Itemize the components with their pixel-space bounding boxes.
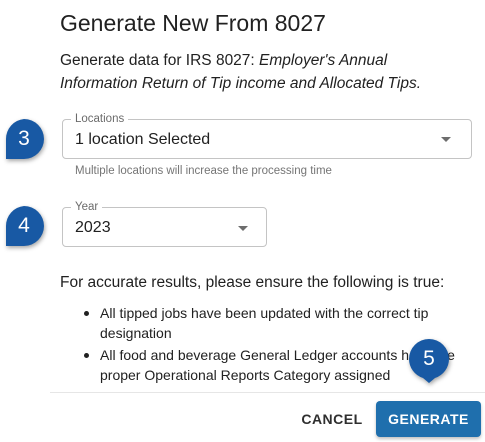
bullet-icon [84, 311, 89, 316]
locations-select[interactable]: Locations 1 location Selected [62, 112, 472, 159]
list-item-text: All food and beverage General Ledger acc… [100, 347, 455, 383]
step-marker-3: 3 [2, 117, 50, 165]
dropdown-arrow-icon [441, 137, 451, 142]
step-number: 5 [423, 347, 435, 370]
dropdown-arrow-icon [238, 226, 248, 231]
step-marker-4: 4 [2, 204, 50, 252]
locations-helper-text: Multiple locations will increase the pro… [75, 165, 332, 177]
year-value: 2023 [75, 219, 111, 236]
generate-button[interactable]: GENERATE [376, 401, 481, 437]
list-item-text: All tipped jobs have been updated with t… [100, 305, 429, 341]
cancel-button[interactable]: CANCEL [296, 402, 368, 436]
locations-value: 1 location Selected [75, 131, 211, 148]
year-label: Year [71, 200, 103, 214]
dialog-description: Generate data for IRS 8027: Employer's A… [60, 49, 460, 95]
step-number: 3 [18, 127, 30, 150]
locations-label: Locations [71, 112, 129, 126]
notice-heading: For accurate results, please ensure the … [60, 274, 445, 291]
step-number: 4 [18, 214, 30, 237]
step-marker-5: 5 [407, 337, 455, 385]
dialog-title: Generate New From 8027 [60, 10, 326, 36]
description-prefix: Generate data for IRS 8027: [60, 52, 260, 69]
bullet-icon [84, 353, 89, 358]
year-select[interactable]: Year 2023 [62, 200, 267, 247]
